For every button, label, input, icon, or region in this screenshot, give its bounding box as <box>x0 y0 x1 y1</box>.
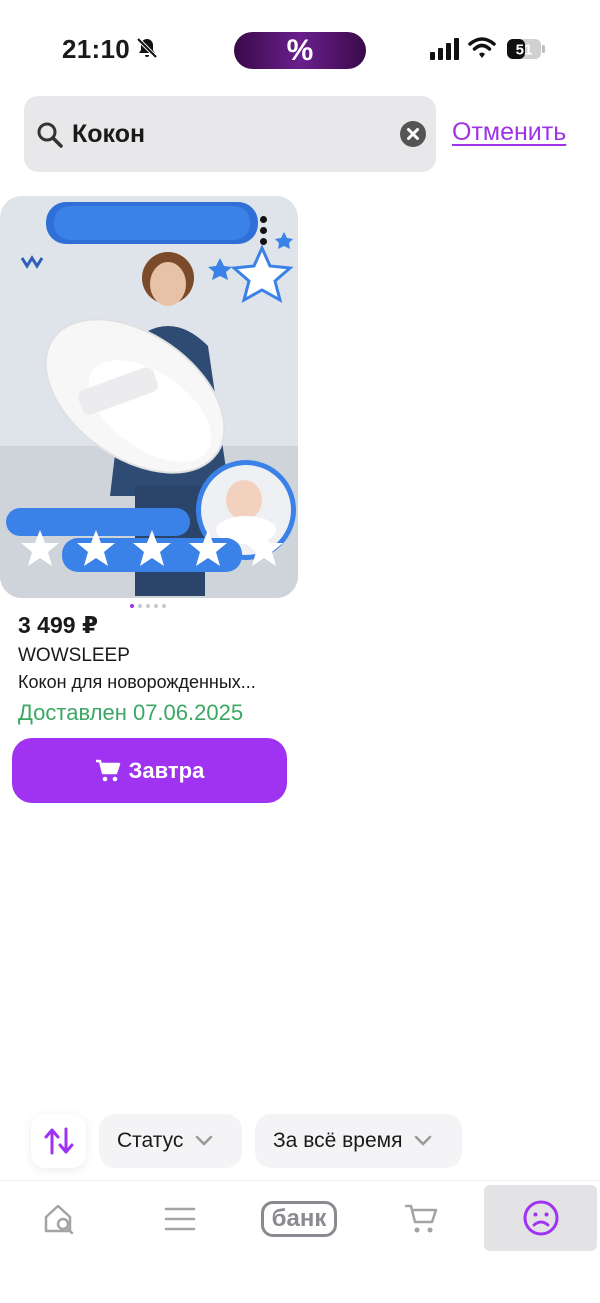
image-pagination <box>130 604 166 608</box>
bank-label: банк <box>260 1201 338 1237</box>
promo-pill[interactable]: % <box>234 32 366 69</box>
add-to-cart-label: Завтра <box>128 757 205 783</box>
nav-home[interactable] <box>30 1187 90 1251</box>
status-time: 21:10 <box>62 34 130 64</box>
product-brand: WOWSLEEP <box>18 645 130 666</box>
pagination-dot <box>130 604 134 608</box>
search-input[interactable] <box>72 96 392 172</box>
sort-icon <box>44 1127 73 1155</box>
chevron-down-icon <box>196 1135 213 1146</box>
cellular-signal-icon <box>430 38 459 60</box>
clear-search-icon[interactable] <box>400 121 426 147</box>
product-price: 3 499 ₽ <box>18 612 98 638</box>
period-filter-label: За всё время <box>273 1129 403 1152</box>
menu-icon <box>164 1207 196 1231</box>
period-filter-dropdown[interactable]: За всё время <box>255 1114 462 1168</box>
pagination-dot <box>154 604 158 608</box>
more-options-icon[interactable] <box>258 216 268 250</box>
search-icon <box>37 122 63 148</box>
nav-profile[interactable] <box>484 1185 597 1251</box>
rating-stars <box>20 529 284 566</box>
battery-icon: 51 <box>507 39 545 59</box>
product-image[interactable] <box>0 196 298 598</box>
home-search-icon <box>44 1204 74 1235</box>
star-icon <box>133 530 171 566</box>
wifi-icon <box>468 37 496 58</box>
product-title[interactable]: Кокон для новорожденных... <box>18 672 288 693</box>
star-icon <box>189 530 227 566</box>
pagination-dot <box>138 604 142 608</box>
chevron-down-icon <box>415 1135 432 1146</box>
sort-button[interactable] <box>31 1114 86 1168</box>
star-icon <box>245 530 283 566</box>
cart-icon <box>404 1204 438 1233</box>
pagination-dot <box>146 604 150 608</box>
cancel-search-link[interactable]: Отменить <box>452 118 566 147</box>
status-bar: 21:10 % 51 <box>0 0 600 96</box>
battery-level: 51 <box>516 42 533 59</box>
bell-muted-icon <box>136 37 158 59</box>
nav-cart[interactable] <box>392 1187 452 1251</box>
star-icon <box>21 530 59 566</box>
nav-catalog[interactable] <box>150 1187 210 1251</box>
status-filter-label: Статус <box>117 1129 184 1152</box>
search-box[interactable] <box>24 96 436 172</box>
pagination-dot <box>162 604 166 608</box>
bottom-nav: банк <box>0 1180 600 1303</box>
nav-bank[interactable]: банк <box>256 1187 342 1251</box>
status-filter-dropdown[interactable]: Статус <box>99 1114 242 1168</box>
delivery-status: Доставлен 07.06.2025 <box>18 700 244 725</box>
add-to-cart-button[interactable]: Завтра <box>12 738 287 803</box>
cart-icon <box>95 759 120 781</box>
profile-icon <box>523 1200 558 1236</box>
star-icon <box>77 530 115 566</box>
